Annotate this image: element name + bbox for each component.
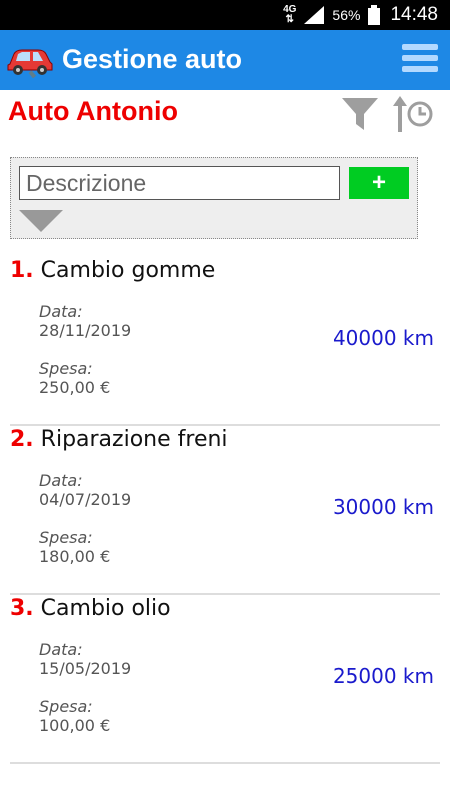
divider bbox=[10, 762, 440, 764]
entry-title: 2. Riparazione freni bbox=[10, 427, 228, 452]
entry-description: Cambio gomme bbox=[40, 258, 216, 283]
app-bar: Gestione auto bbox=[0, 30, 450, 90]
date-value: 04/07/2019 bbox=[39, 490, 132, 509]
entry-number: 3. bbox=[10, 596, 34, 621]
description-input[interactable] bbox=[19, 166, 340, 200]
car-name: Auto Antonio bbox=[8, 96, 178, 126]
cost-value: 250,00 € bbox=[39, 378, 111, 397]
entry-title: 1. Cambio gomme bbox=[10, 258, 215, 283]
data-arrows-icon: ⇅ bbox=[285, 14, 294, 25]
cost-label: Spesa: bbox=[39, 697, 93, 716]
app-title: Gestione auto bbox=[62, 44, 243, 74]
entry-description: Riparazione freni bbox=[40, 427, 228, 452]
entry-title: 3. Cambio olio bbox=[10, 596, 171, 621]
cost-value: 100,00 € bbox=[39, 716, 111, 735]
filter-icon[interactable] bbox=[340, 96, 380, 132]
divider bbox=[10, 593, 440, 595]
list-item[interactable]: 2. Riparazione freni Data: 04/07/2019 30… bbox=[10, 427, 440, 595]
status-bar: 4G ⇅ 56% 14:48 bbox=[0, 0, 450, 30]
car-wrench-icon bbox=[7, 49, 53, 78]
add-entry-panel: + bbox=[10, 157, 418, 239]
date-value: 28/11/2019 bbox=[39, 321, 132, 340]
entry-number: 1. bbox=[10, 258, 34, 283]
entry-description: Cambio olio bbox=[40, 596, 171, 621]
cost-label: Spesa: bbox=[39, 359, 93, 378]
date-label: Data: bbox=[39, 302, 83, 321]
battery-icon bbox=[368, 5, 381, 25]
mileage-value: 25000 km bbox=[332, 664, 434, 688]
date-label: Data: bbox=[39, 640, 83, 659]
cost-value: 180,00 € bbox=[39, 547, 111, 566]
divider bbox=[10, 424, 440, 426]
mileage-value: 40000 km bbox=[332, 326, 434, 350]
entry-number: 2. bbox=[10, 427, 34, 452]
signal-icon bbox=[304, 6, 325, 24]
expand-triangle-icon[interactable] bbox=[19, 210, 63, 232]
cost-label: Spesa: bbox=[39, 528, 93, 547]
hamburger-icon[interactable] bbox=[402, 44, 438, 76]
network-indicator: 4G ⇅ bbox=[283, 5, 296, 25]
battery-percent: 56% bbox=[332, 7, 361, 23]
add-button[interactable]: + bbox=[349, 167, 409, 199]
mileage-value: 30000 km bbox=[332, 495, 434, 519]
date-label: Data: bbox=[39, 471, 83, 490]
clock: 14:48 bbox=[390, 4, 438, 25]
list-item[interactable]: 3. Cambio olio Data: 15/05/2019 25000 km… bbox=[10, 596, 440, 764]
date-value: 15/05/2019 bbox=[39, 659, 132, 678]
sort-by-time-icon[interactable] bbox=[392, 94, 434, 134]
list-item[interactable]: 1. Cambio gomme Data: 28/11/2019 40000 k… bbox=[10, 258, 440, 426]
